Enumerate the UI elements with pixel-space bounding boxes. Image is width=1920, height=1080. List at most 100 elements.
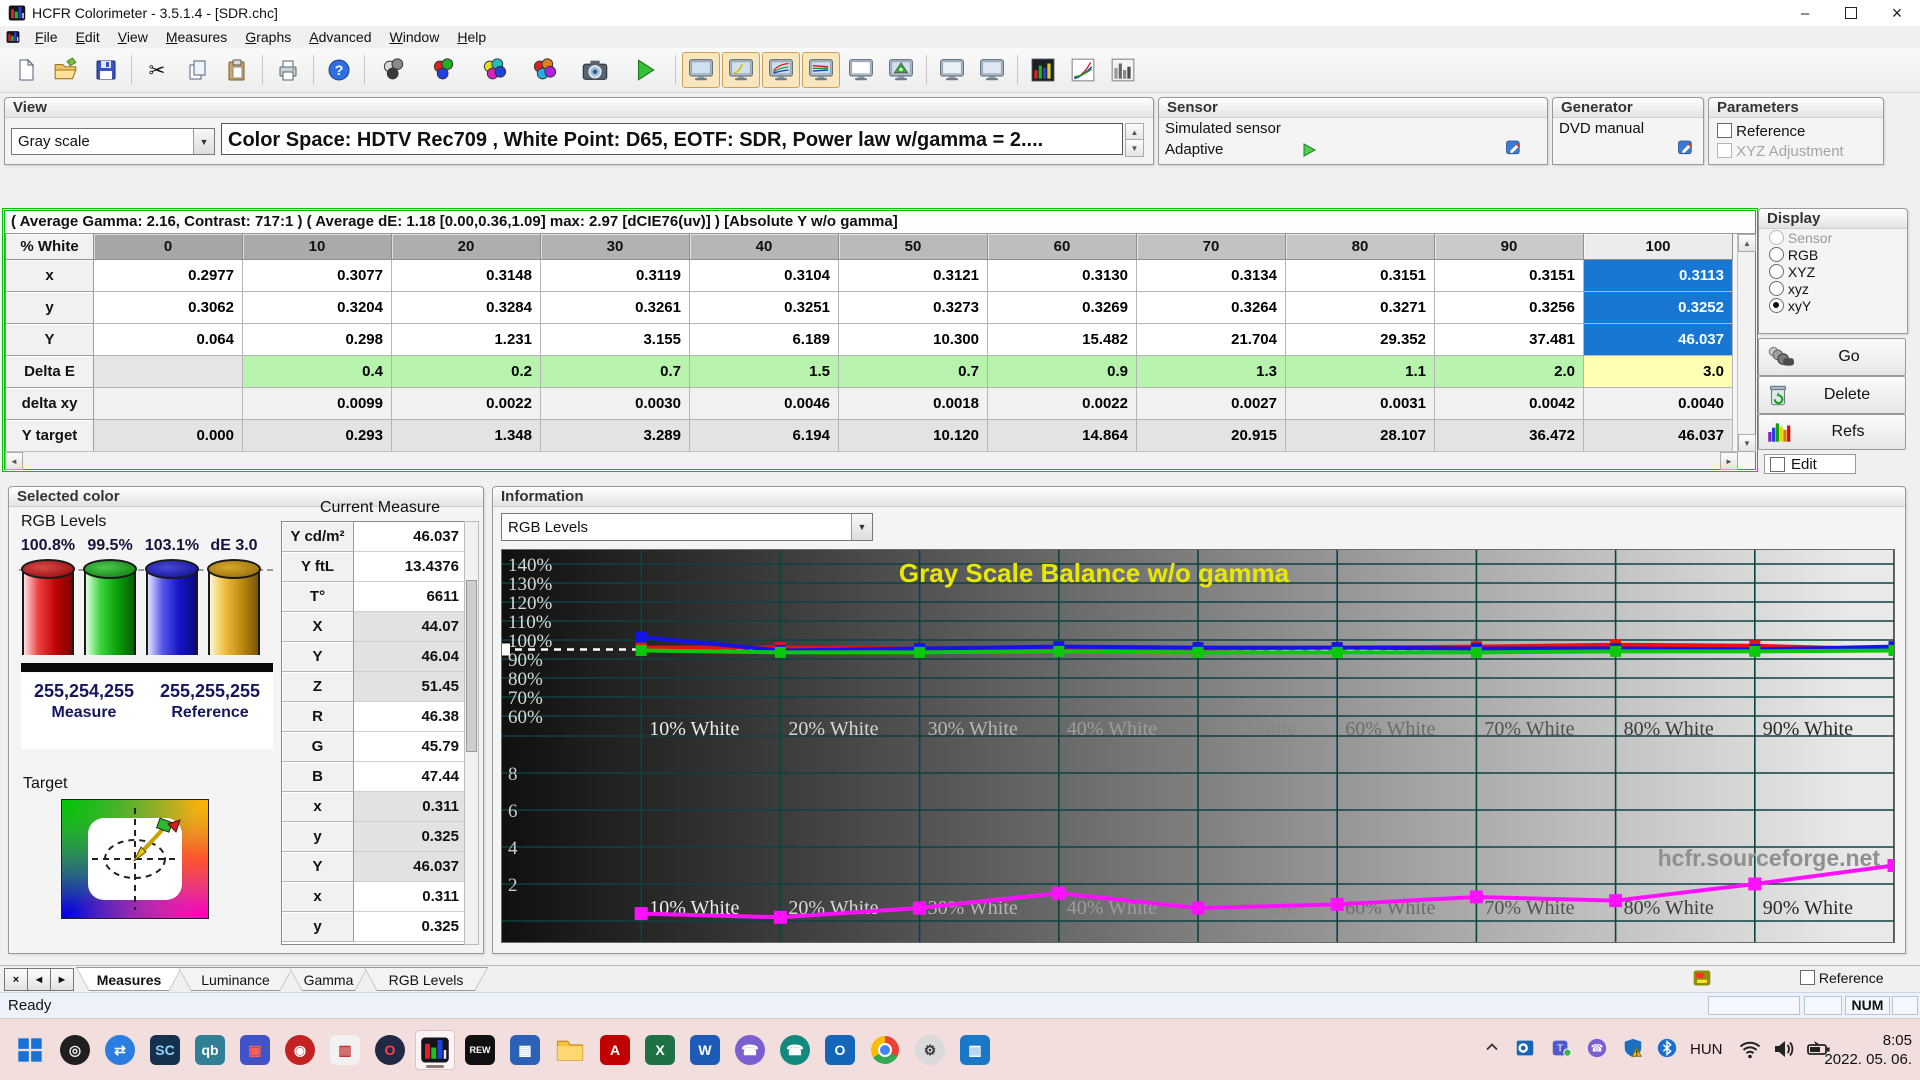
measure-cell-delta-e-80[interactable]: 1.1: [1286, 356, 1435, 388]
measure-cell-y-40[interactable]: 0.3251: [690, 292, 839, 324]
menu-item-edit[interactable]: Edit: [67, 27, 109, 47]
measure-grayscale-button[interactable]: [371, 50, 419, 90]
measures-vertical-scrollbar[interactable]: ▲ ▼: [1737, 234, 1755, 452]
tab-measures[interactable]: Measures: [76, 967, 182, 991]
taskbar-wave-app-icon[interactable]: ◉: [280, 1030, 320, 1070]
taskbar-qbittorrent-icon[interactable]: qb: [190, 1030, 230, 1070]
play-icon[interactable]: [1301, 142, 1317, 163]
taskbar-opera-icon[interactable]: O: [370, 1030, 410, 1070]
measure-cell-y-target-100[interactable]: 46.037: [1584, 420, 1733, 452]
measure-cell-delta-e-10[interactable]: 0.4: [243, 356, 392, 388]
maximize-button[interactable]: [1828, 0, 1874, 26]
measure-cell-delta-xy-40[interactable]: 0.0046: [690, 388, 839, 420]
measure-cell-y-50[interactable]: 0.3273: [839, 292, 988, 324]
view-gamma-button[interactable]: [722, 52, 760, 88]
close-button[interactable]: ×: [1874, 0, 1920, 26]
measure-cell-x-60[interactable]: 0.3130: [988, 260, 1137, 292]
go-button[interactable]: Go: [1758, 338, 1906, 376]
taskbar-start-icon[interactable]: [10, 1030, 50, 1070]
tray-viber-icon[interactable]: ☎: [1586, 1037, 1608, 1059]
chevron-down-icon[interactable]: ▼: [851, 514, 872, 540]
measure-cell-y-100[interactable]: 0.3252: [1584, 292, 1733, 324]
measure-cell-y-target-90[interactable]: 36.472: [1435, 420, 1584, 452]
display-option-xyz[interactable]: XYZ: [1759, 263, 1907, 280]
measures-horizontal-scrollbar[interactable]: ◄ ►: [5, 451, 1738, 469]
tray-bluetooth-icon[interactable]: [1656, 1037, 1678, 1059]
radio-icon[interactable]: [1769, 298, 1784, 313]
measure-cell-y-20[interactable]: 0.3284: [392, 292, 541, 324]
view-nearblack-button[interactable]: [762, 52, 800, 88]
tab-rgb-levels[interactable]: RGB Levels: [364, 967, 488, 991]
reference-toggle-checkbox[interactable]: [1800, 970, 1815, 985]
help-button[interactable]: ?: [320, 52, 358, 88]
print-button[interactable]: [269, 52, 307, 88]
measure-cell-delta-e-100[interactable]: 3.0: [1584, 356, 1733, 388]
notification-icon[interactable]: [1692, 968, 1712, 993]
measure-cell-y-20[interactable]: 1.231: [392, 324, 541, 356]
measure-cell-delta-e-60[interactable]: 0.9: [988, 356, 1137, 388]
measure-cell-x-10[interactable]: 0.3077: [243, 260, 392, 292]
measure-cell-x-90[interactable]: 0.3151: [1435, 260, 1584, 292]
measure-cell-y-50[interactable]: 10.300: [839, 324, 988, 356]
chart-curves-button[interactable]: [1064, 52, 1102, 88]
measure-cell-y-70[interactable]: 0.3264: [1137, 292, 1286, 324]
tray-outlook-icon[interactable]: [1514, 1037, 1536, 1059]
tray-chevron-icon[interactable]: [1482, 1037, 1502, 1057]
prev-tab-icon[interactable]: ◄: [27, 968, 51, 991]
measure-cell-y-10[interactable]: 0.298: [243, 324, 392, 356]
measure-cell-delta-e-30[interactable]: 0.7: [541, 356, 690, 388]
measure-secondaries-button[interactable]: [471, 50, 519, 90]
snapshot-button[interactable]: [571, 50, 619, 90]
close-tab-icon[interactable]: ×: [4, 968, 28, 991]
new-button[interactable]: [7, 52, 45, 88]
view-monitor-1-button[interactable]: [933, 52, 971, 88]
measure-cell-y-30[interactable]: 0.3261: [541, 292, 690, 324]
cut-button[interactable]: ✂: [138, 52, 176, 88]
display-option-rgb[interactable]: RGB: [1759, 246, 1907, 263]
measure-cell-delta-xy-70[interactable]: 0.0027: [1137, 388, 1286, 420]
view-luminance-button[interactable]: [842, 52, 880, 88]
menu-item-advanced[interactable]: Advanced: [300, 27, 380, 47]
measure-cell-y-80[interactable]: 0.3271: [1286, 292, 1435, 324]
reference-checkbox-row[interactable]: Reference: [1717, 123, 1805, 140]
reference-checkbox[interactable]: [1717, 123, 1732, 138]
chart-gray-histogram-button[interactable]: [1104, 52, 1142, 88]
taskbar-word-icon[interactable]: W: [685, 1030, 725, 1070]
measure-cell-y-target-80[interactable]: 28.107: [1286, 420, 1435, 452]
current-measure-scrollbar[interactable]: [464, 521, 479, 945]
measure-cell-x-100[interactable]: 0.3113: [1584, 260, 1733, 292]
scroll-left-icon[interactable]: ◄: [5, 452, 23, 470]
measure-cell-y-target-40[interactable]: 6.194: [690, 420, 839, 452]
measure-cell-delta-e-0[interactable]: [94, 356, 243, 388]
taskbar-outlook-icon[interactable]: O: [820, 1030, 860, 1070]
measure-cell-y-target-20[interactable]: 1.348: [392, 420, 541, 452]
menu-item-view[interactable]: View: [109, 27, 157, 47]
delete-button[interactable]: Delete: [1758, 376, 1906, 414]
measure-cell-y-90[interactable]: 37.481: [1435, 324, 1584, 356]
measure-cell-delta-e-20[interactable]: 0.2: [392, 356, 541, 388]
radio-icon[interactable]: [1769, 264, 1784, 279]
taskbar-media-app-icon[interactable]: ◎: [55, 1030, 95, 1070]
measure-cell-y-80[interactable]: 29.352: [1286, 324, 1435, 356]
reference-toggle-row[interactable]: Reference: [1800, 970, 1883, 986]
edit-checkbox-row[interactable]: Edit: [1764, 454, 1856, 474]
generator-config-icon[interactable]: [1677, 138, 1695, 161]
menu-item-graphs[interactable]: Graphs: [236, 27, 300, 47]
measure-cell-delta-e-50[interactable]: 0.7: [839, 356, 988, 388]
measures-col-header-50[interactable]: 50: [839, 234, 988, 260]
measure-cell-delta-e-40[interactable]: 1.5: [690, 356, 839, 388]
measure-cell-y-0[interactable]: 0.064: [94, 324, 243, 356]
measure-cell-delta-xy-50[interactable]: 0.0018: [839, 388, 988, 420]
radio-icon[interactable]: [1769, 281, 1784, 296]
measures-col-header-10[interactable]: 10: [243, 234, 392, 260]
view-rgb-levels-button[interactable]: [802, 52, 840, 88]
measure-primaries-button[interactable]: [421, 50, 469, 90]
menu-item-file[interactable]: File: [26, 27, 67, 47]
measure-cell-y-100[interactable]: 46.037: [1584, 324, 1733, 356]
tray-wifi-icon[interactable]: [1738, 1037, 1762, 1061]
display-option-xyy[interactable]: xyY: [1759, 297, 1907, 314]
taskbar-teamviewer-icon[interactable]: ⇄: [100, 1030, 140, 1070]
view-select[interactable]: Gray scale ▼: [11, 128, 215, 155]
measure-cell-delta-xy-20[interactable]: 0.0022: [392, 388, 541, 420]
measure-cell-y-0[interactable]: 0.3062: [94, 292, 243, 324]
